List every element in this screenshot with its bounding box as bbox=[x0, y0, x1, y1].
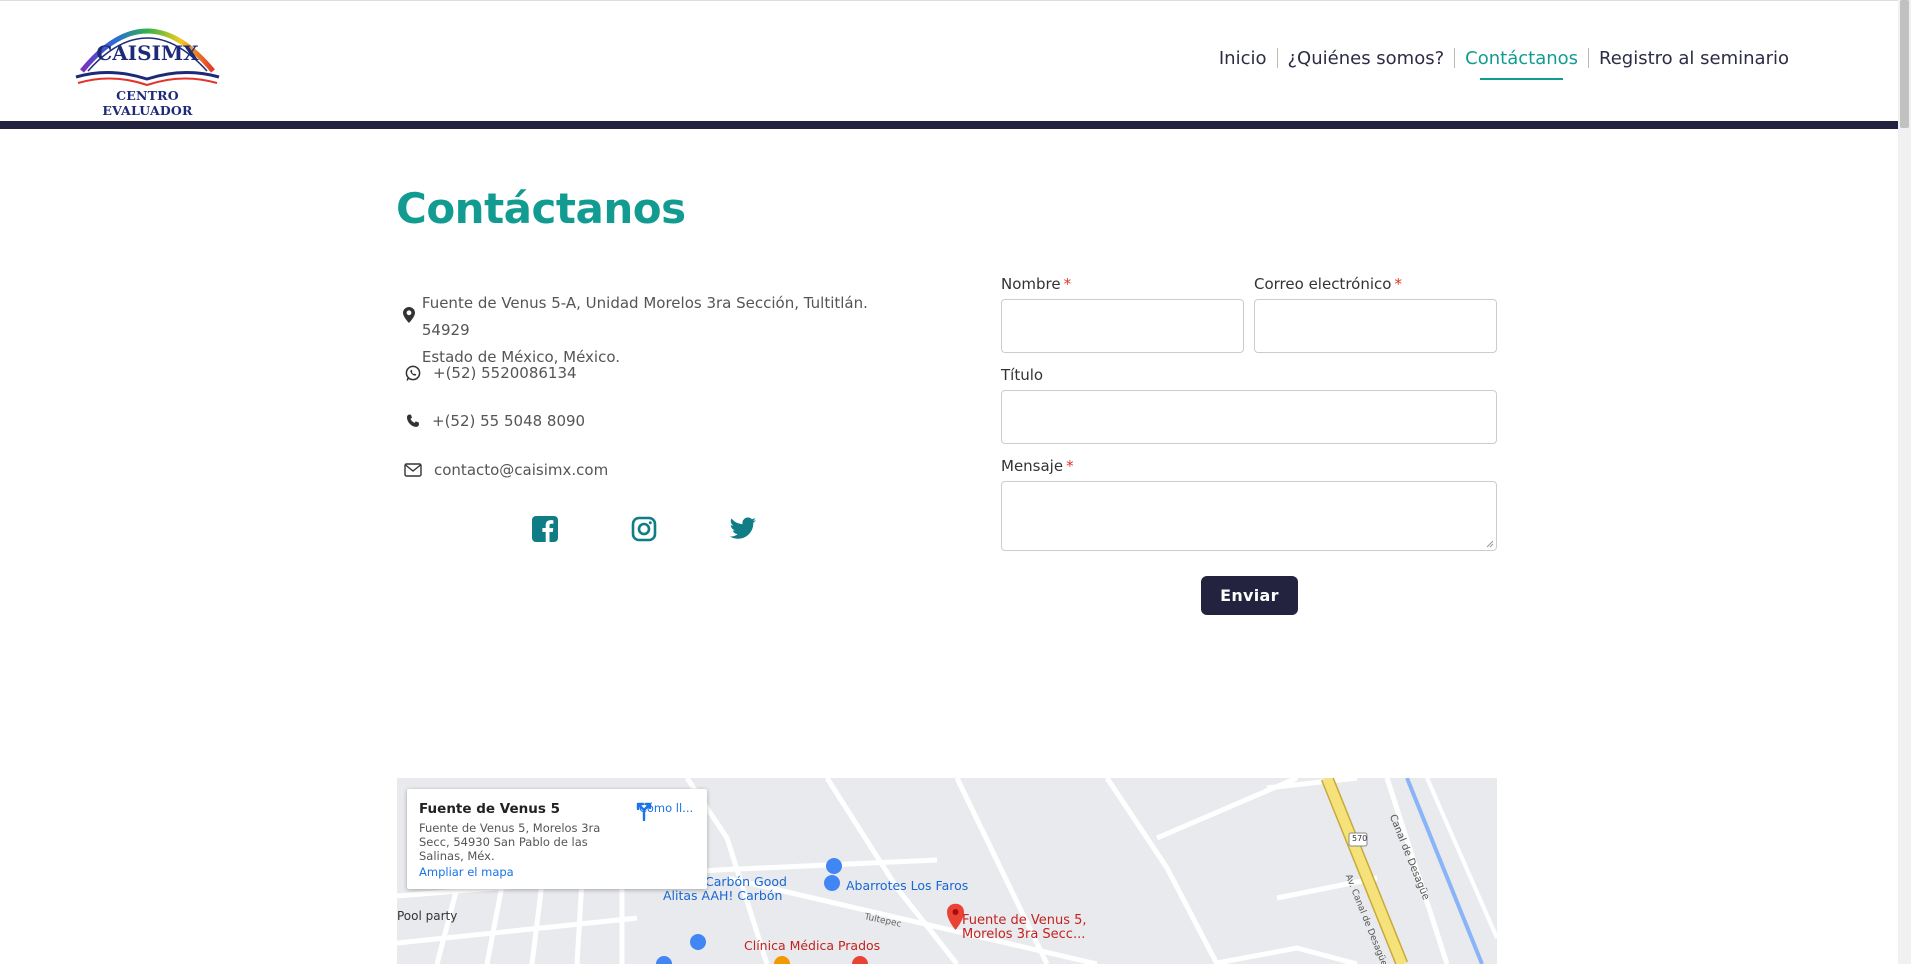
facebook-icon[interactable] bbox=[530, 514, 560, 544]
title-input[interactable] bbox=[1001, 390, 1497, 444]
message-label-text: Mensaje bbox=[1001, 457, 1064, 475]
directions-icon bbox=[636, 802, 652, 821]
page-scrollbar[interactable] bbox=[1898, 0, 1911, 964]
phone-row: +(52) 55 5048 8090 bbox=[402, 408, 585, 435]
required-mark: * bbox=[1066, 457, 1074, 475]
email-input[interactable] bbox=[1254, 299, 1497, 353]
phone-icon bbox=[402, 410, 424, 432]
caisimx-logo[interactable]: CAISIMX CENTRO EVALUADOR bbox=[70, 11, 230, 118]
directions-button[interactable]: Cómo ll... bbox=[633, 799, 699, 821]
phone-number[interactable]: +(52) 55 5048 8090 bbox=[432, 408, 585, 435]
address-text: Fuente de Venus 5-A, Unidad Morelos 3ra … bbox=[422, 290, 918, 371]
map-place-pool-party[interactable]: Pool party bbox=[397, 909, 457, 923]
map-place-abarrotes[interactable]: Abarrotes Los Faros bbox=[846, 878, 968, 893]
nav-item-quienes-somos[interactable]: ¿Quiénes somos? bbox=[1278, 48, 1455, 69]
whatsapp-number[interactable]: +(52) 5520086134 bbox=[433, 360, 577, 387]
required-mark: * bbox=[1063, 275, 1072, 293]
name-input[interactable] bbox=[1001, 299, 1244, 353]
whatsapp-row: +(52) 5520086134 bbox=[402, 360, 577, 387]
scrollbar-thumb[interactable] bbox=[1900, 0, 1909, 128]
map-route-shield: 570 bbox=[1352, 834, 1368, 843]
main-nav: Inicio ¿Quiénes somos? Contáctanos Regis… bbox=[1209, 45, 1799, 80]
logo-title: CAISIMX bbox=[96, 41, 199, 65]
resize-handle-icon[interactable] bbox=[1484, 538, 1494, 548]
map-info-card: Fuente de Venus 5 Fuente de Venus 5, Mor… bbox=[407, 789, 707, 889]
required-mark: * bbox=[1394, 275, 1402, 293]
map-marker-icon bbox=[398, 304, 420, 326]
map-pin-label-line1: Fuente de Venus 5, bbox=[962, 913, 1087, 928]
envelope-icon bbox=[402, 459, 424, 481]
address-row: Fuente de Venus 5-A, Unidad Morelos 3ra … bbox=[398, 290, 918, 371]
site-header: CAISIMX CENTRO EVALUADOR Inicio ¿Quiénes… bbox=[0, 0, 1898, 121]
message-textarea[interactable] bbox=[1001, 481, 1497, 551]
nav-item-inicio[interactable]: Inicio bbox=[1209, 48, 1277, 69]
name-label-text: Nombre bbox=[1001, 275, 1061, 293]
email-address[interactable]: contacto@caisimx.com bbox=[434, 457, 608, 484]
enlarge-map-link[interactable]: Ampliar el mapa bbox=[419, 865, 514, 879]
twitter-icon[interactable] bbox=[728, 514, 758, 544]
header-divider-bar bbox=[0, 121, 1898, 129]
map-place-alitas-carbon[interactable]: Alitas AAH! Carbón bbox=[663, 888, 782, 903]
address-line-1: Fuente de Venus 5-A, Unidad Morelos 3ra … bbox=[421, 294, 868, 339]
whatsapp-icon bbox=[402, 362, 424, 384]
nav-item-registro-seminario[interactable]: Registro al seminario bbox=[1589, 48, 1799, 69]
page-title: Contáctanos bbox=[396, 184, 686, 233]
message-label: Mensaje * bbox=[1001, 457, 1074, 475]
instagram-icon[interactable] bbox=[629, 514, 659, 544]
map-place-clinica[interactable]: Clínica Médica Prados bbox=[744, 938, 880, 953]
nav-item-contactanos[interactable]: Contáctanos bbox=[1455, 48, 1588, 80]
map-place-carbon-good[interactable]: Carbón Good bbox=[705, 874, 787, 889]
map-card-address: Fuente de Venus 5, Morelos 3ra Secc, 549… bbox=[419, 821, 601, 863]
logo-subtitle: CENTRO EVALUADOR bbox=[102, 88, 193, 118]
name-label: Nombre * bbox=[1001, 275, 1071, 293]
email-label-text: Correo electrónico bbox=[1254, 275, 1392, 293]
map-card-title: Fuente de Venus 5 bbox=[419, 801, 560, 817]
title-label: Título bbox=[1001, 366, 1044, 384]
send-button[interactable]: Enviar bbox=[1201, 576, 1298, 615]
map-pin-label[interactable]: Fuente de Venus 5, Morelos 3ra Secc... bbox=[962, 914, 1087, 942]
embedded-map[interactable]: Pool party Carbón Good Alitas AAH! Carbó… bbox=[397, 778, 1497, 964]
map-pin-label-line2: Morelos 3ra Secc... bbox=[962, 927, 1086, 942]
email-row: contacto@caisimx.com bbox=[402, 457, 608, 484]
email-label: Correo electrónico * bbox=[1254, 275, 1402, 293]
